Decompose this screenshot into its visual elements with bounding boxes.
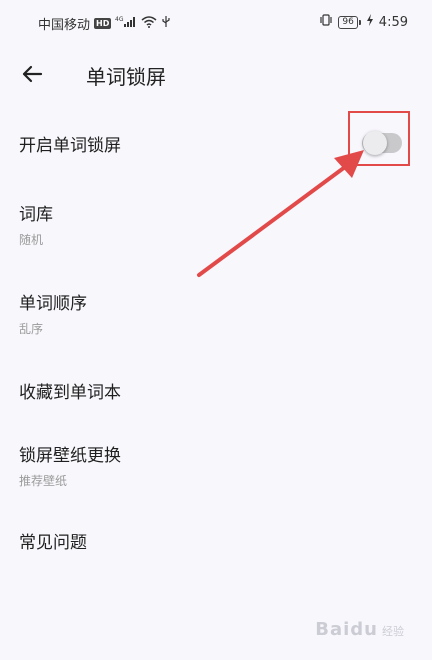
- setting-word-order[interactable]: 单词顺序 乱序: [0, 279, 432, 343]
- usb-icon: [161, 15, 171, 32]
- charging-icon: [366, 14, 374, 30]
- setting-title: 单词顺序: [19, 294, 87, 314]
- setting-title: 常见问题: [19, 533, 87, 553]
- setting-value: 推荐壁纸: [19, 474, 68, 488]
- clock: 4:59: [378, 14, 408, 30]
- arrow-left-icon: [22, 65, 43, 83]
- hd-badge: HD: [94, 18, 112, 29]
- setting-vocabulary[interactable]: 词库 随机: [0, 190, 432, 254]
- setting-title: 收藏到单词本: [19, 383, 121, 403]
- network-type: 4G: [115, 16, 124, 23]
- setting-title: 锁屏壁纸更换: [19, 446, 121, 466]
- battery-indicator: 96: [338, 15, 361, 29]
- carrier-name: 中国移动: [38, 18, 91, 33]
- enable-lockscreen-toggle[interactable]: [362, 131, 402, 155]
- setting-add-to-wordbook[interactable]: 收藏到单词本: [0, 366, 432, 416]
- setting-value: 乱序: [19, 322, 44, 336]
- toggle-knob: [363, 131, 387, 155]
- status-right: 96 4:59: [319, 14, 408, 30]
- battery-level: 96: [338, 15, 358, 29]
- setting-value: 随机: [19, 233, 44, 247]
- watermark-brand: Baidu: [315, 619, 378, 640]
- vibrate-icon: [319, 14, 333, 30]
- wifi-icon: [141, 15, 157, 32]
- status-bar: 中国移动 HD 4G 96 4:59: [0, 0, 432, 46]
- watermark-logo: Baidu 经验: [315, 619, 404, 640]
- signal-icon: 4G: [115, 16, 137, 32]
- setting-lockscreen-wallpaper[interactable]: 锁屏壁纸更换 推荐壁纸: [0, 431, 432, 495]
- setting-title: 词库: [19, 205, 53, 225]
- watermark-suffix: 经验: [382, 625, 404, 638]
- setting-title: 开启单词锁屏: [19, 136, 121, 156]
- status-left: 中国移动 HD 4G: [38, 14, 171, 33]
- app-toolbar: 单词锁屏: [0, 46, 432, 102]
- back-button[interactable]: [14, 58, 50, 90]
- setting-faq[interactable]: 常见问题: [0, 518, 432, 568]
- page-title: 单词锁屏: [86, 65, 166, 89]
